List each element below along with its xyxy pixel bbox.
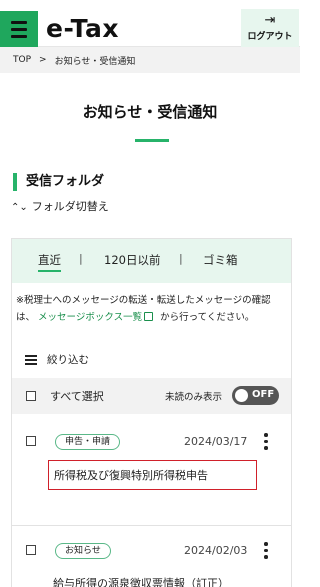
hamburger-icon bbox=[11, 35, 27, 38]
unread-only-label: 未読のみ表示 bbox=[165, 392, 223, 403]
notice-text: ※税理士へのメッセージの転送・転送したメッセージの確認は、 メッセージボックス一… bbox=[16, 292, 288, 326]
message-box-list-link[interactable]: メッセージボックス一覧 bbox=[38, 312, 142, 323]
select-all-label[interactable]: すべて選択 bbox=[50, 388, 104, 404]
select-all-checkbox[interactable] bbox=[26, 391, 36, 401]
filter-button[interactable]: 絞り込む bbox=[25, 352, 89, 367]
message-date: 2024/03/17 bbox=[184, 435, 248, 448]
more-options-icon[interactable] bbox=[264, 433, 268, 450]
folder-toggle-button[interactable]: ⌃⌄ フォルダ切替え bbox=[11, 199, 109, 216]
breadcrumb: TOP > お知らせ・受信通知 bbox=[0, 47, 300, 73]
category-badge: 申告・申請 bbox=[55, 434, 121, 450]
message-checkbox[interactable] bbox=[26, 545, 36, 555]
breadcrumb-home[interactable]: TOP bbox=[13, 55, 31, 65]
hamburger-icon bbox=[11, 28, 27, 31]
message-checkbox[interactable] bbox=[26, 436, 36, 446]
more-options-icon[interactable] bbox=[264, 542, 268, 559]
select-bar: すべて選択 未読のみ表示 OFF bbox=[12, 378, 291, 414]
filter-sliders-icon bbox=[25, 354, 37, 365]
tab-older-120days[interactable]: 120日以前 bbox=[104, 252, 160, 268]
app-header: e-Tax ⇥ ログアウト bbox=[0, 0, 300, 48]
tab-recent[interactable]: 直近 bbox=[38, 252, 61, 272]
folder-toggle-label: フォルダ切替え bbox=[31, 200, 109, 213]
breadcrumb-separator: > bbox=[39, 55, 47, 65]
app-title[interactable]: e-Tax bbox=[46, 14, 119, 44]
message-row[interactable]: 申告・申請 2024/03/17 所得税及び復興特別所得税申告 bbox=[12, 414, 291, 526]
tab-separator: | bbox=[179, 252, 183, 265]
category-badge: お知らせ bbox=[55, 543, 111, 559]
inbox-panel: 直近 | 120日以前 | ゴミ箱 ※税理士へのメッセージの転送・転送したメッセ… bbox=[11, 238, 292, 587]
tab-bar: 直近 | 120日以前 | ゴミ箱 bbox=[12, 239, 291, 283]
message-subject[interactable]: 給与所得の源泉徴収票情報（訂正） bbox=[48, 569, 229, 587]
page-title: お知らせ・受信通知 bbox=[82, 103, 218, 121]
tab-separator: | bbox=[79, 252, 83, 265]
notice-text-after: から行ってください。 bbox=[160, 312, 255, 323]
filter-label: 絞り込む bbox=[47, 354, 89, 366]
external-link-icon bbox=[144, 312, 154, 321]
logout-icon: ⇥ bbox=[264, 13, 276, 28]
message-date: 2024/02/03 bbox=[184, 544, 248, 557]
tab-trash[interactable]: ゴミ箱 bbox=[203, 252, 238, 268]
chevron-up-down-icon: ⌃⌄ bbox=[11, 202, 28, 213]
message-row[interactable]: お知らせ 2024/02/03 給与所得の源泉徴収票情報（訂正） bbox=[12, 527, 291, 587]
breadcrumb-current: お知らせ・受信通知 bbox=[54, 56, 136, 67]
unread-only-toggle[interactable]: OFF bbox=[232, 386, 279, 405]
logout-button[interactable]: ⇥ ログアウト bbox=[241, 9, 299, 47]
hamburger-icon bbox=[11, 21, 27, 24]
toggle-knob bbox=[235, 389, 248, 402]
toggle-state: OFF bbox=[252, 389, 275, 400]
menu-button[interactable] bbox=[0, 11, 38, 48]
title-underline bbox=[135, 139, 169, 142]
logout-label: ログアウト bbox=[247, 32, 293, 42]
message-subject[interactable]: 所得税及び復興特別所得税申告 bbox=[48, 460, 257, 490]
section-heading: 受信フォルダ bbox=[13, 173, 104, 191]
